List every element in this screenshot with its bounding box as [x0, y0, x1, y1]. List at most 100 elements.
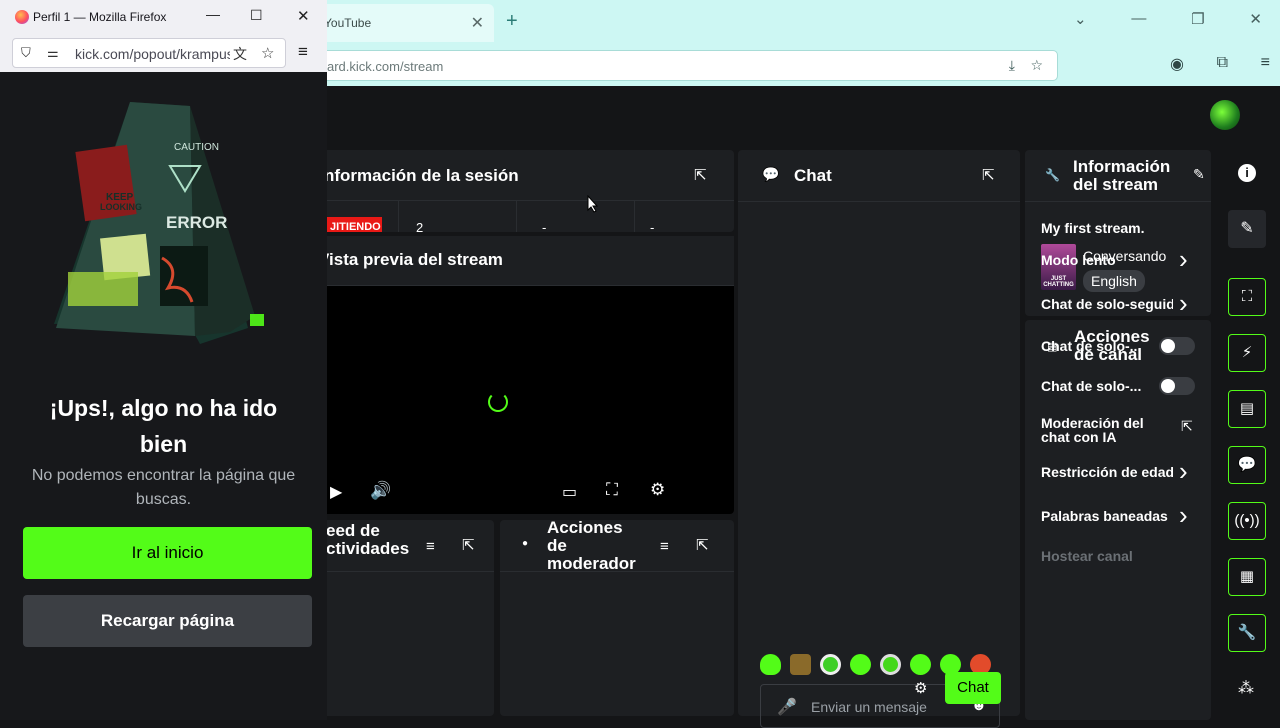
channel-action-label: Chat de solo-seguidores: [1041, 296, 1173, 312]
bookmark-star-icon[interactable]: ☆: [261, 44, 274, 62]
error-caution-sign-illustration: CAUTION ERROR KEEP LOOKING: [54, 102, 264, 344]
shield-icon[interactable]: ⛉: [21, 45, 31, 61]
popup-url-text: kick.com/popout/krampus: [75, 46, 230, 62]
rail-lightning-icon[interactable]: ⚡: [1228, 334, 1266, 372]
popout-icon[interactable]: ⇱: [694, 166, 707, 184]
chat-send-button[interactable]: Chat: [945, 672, 1001, 704]
site-permissions-icon[interactable]: ⚌: [47, 45, 59, 61]
tab-youtube[interactable]: YouTube ✕: [318, 4, 494, 42]
chat-input-placeholder: Enviar un mensaje: [811, 699, 927, 715]
chat-panel: 💬 Chat ⇱ 🎤 Enviar un mensaje ☻: [738, 150, 1020, 728]
rail-layout-icon[interactable]: ▦: [1228, 558, 1266, 596]
edit-pencil-icon[interactable]: ✎: [1228, 210, 1266, 248]
close-window-icon[interactable]: ✕: [297, 7, 310, 25]
external-link-icon[interactable]: ⇱: [1181, 418, 1193, 435]
channel-action-label: Moderación del chat con IA: [1041, 415, 1144, 445]
popout-icon[interactable]: ⇱: [982, 166, 995, 184]
volume-icon[interactable]: 🔊: [370, 481, 391, 501]
error-message: No podemos encontrar la página que busca…: [31, 467, 296, 508]
firefox-popup-window: Perfil 1 — Mozilla Firefox — ☐ ✕ ⛉ ⚌ kic…: [0, 0, 327, 720]
loading-spinner-icon: [488, 392, 508, 412]
new-tab-icon[interactable]: +: [506, 10, 518, 33]
toggle-switch[interactable]: [1159, 377, 1195, 395]
theater-mode-icon[interactable]: ▭: [562, 482, 577, 502]
microphone-icon[interactable]: 🎤: [777, 697, 797, 717]
mod-actions-panel: ● Acciones de moderador ≡ ⇱: [500, 519, 734, 716]
minimize-icon[interactable]: —: [1131, 10, 1146, 34]
info-icon[interactable]: i: [1238, 164, 1256, 182]
popout-icon[interactable]: ⇱: [696, 536, 709, 554]
menu-icon[interactable]: ≡: [1261, 54, 1270, 74]
menu-icon[interactable]: ≡: [298, 42, 308, 62]
minimize-icon[interactable]: —: [206, 6, 220, 22]
channel-action-label: Restricción de edad: [1041, 464, 1173, 480]
toolbar-icons: ◉ ⧉ ≡: [1170, 54, 1270, 74]
panel-title: Chat: [794, 166, 832, 185]
session-info-panel: nformación de la sesión ⇱ JITIENDO 2 - -: [300, 150, 734, 232]
restore-icon[interactable]: ❐: [1191, 10, 1204, 34]
play-icon[interactable]: ▶: [330, 482, 342, 502]
right-rail: i ✎ ⛶ ⚡ ▤ 💬 ((•)) ▦ 🔧 ⁂: [1218, 150, 1280, 720]
stat-value: -: [542, 220, 547, 232]
account-icon[interactable]: ◉: [1170, 54, 1184, 74]
rail-notes-icon[interactable]: ▤: [1228, 390, 1266, 428]
sign-looking-text: LOOKING: [100, 202, 142, 212]
maximize-icon[interactable]: ☐: [250, 7, 263, 24]
live-status-badge: JITIENDO: [326, 217, 382, 232]
toggle-knob: [1161, 379, 1175, 393]
popout-icon[interactable]: ⇱: [462, 536, 475, 554]
emote-icon[interactable]: [880, 654, 901, 675]
emote-icon[interactable]: [790, 654, 811, 675]
stream-title: My first stream.: [1041, 220, 1145, 236]
translate-icon[interactable]: 文: [233, 44, 247, 64]
channel-action-label: Palabras baneadas: [1041, 508, 1168, 524]
edit-pencil-icon[interactable]: ✎: [1193, 166, 1205, 183]
chevron-right-icon[interactable]: ›: [1179, 456, 1188, 487]
filter-icon[interactable]: ≡: [426, 538, 435, 555]
extensions-icon[interactable]: ⧉: [1217, 54, 1228, 74]
address-bar[interactable]: ard.kick.com/stream ⤓ ☆: [318, 50, 1058, 81]
rail-frame-icon[interactable]: ⛶: [1228, 278, 1266, 316]
viewer-count: 2: [416, 220, 424, 232]
toggle-knob: [1161, 339, 1175, 353]
bookmark-star-icon[interactable]: ☆: [1030, 57, 1043, 74]
chat-settings-gear-icon[interactable]: ⚙: [914, 679, 927, 697]
rail-bubbles-icon[interactable]: ⁂: [1238, 678, 1254, 698]
stream-preview-panel: Vista previa del stream ▶ 🔊 ▭ ⛶ ⚙: [300, 236, 734, 514]
close-window-icon[interactable]: ✕: [1249, 10, 1262, 34]
close-tab-icon[interactable]: ✕: [471, 13, 484, 33]
popup-address-field[interactable]: ⛉ ⚌ kick.com/popout/krampus 文 ☆: [12, 38, 286, 68]
fullscreen-icon[interactable]: ⛶: [606, 480, 618, 500]
shield-icon: ●: [522, 538, 529, 549]
go-home-button[interactable]: Ir al inicio: [23, 527, 312, 579]
activity-feed-panel: eed de ctividades ≡ ⇱: [300, 520, 494, 716]
chevron-down-icon[interactable]: ⌄: [1074, 10, 1087, 34]
wrench-icon: 🔧: [1045, 168, 1060, 182]
popup-title-bar: Perfil 1 — Mozilla Firefox — ☐ ✕: [0, 0, 327, 34]
channel-action-label: Modo lento: [1041, 252, 1116, 268]
chevron-right-icon[interactable]: ›: [1179, 288, 1188, 319]
user-avatar[interactable]: [1210, 100, 1240, 130]
language-tag: English: [1083, 270, 1145, 292]
channel-action-label: Chat de solo-...: [1041, 378, 1142, 394]
popup-url-bar: ⛉ ⚌ kick.com/popout/krampus 文 ☆ ≡: [0, 34, 327, 72]
rail-chat-icon[interactable]: 💬: [1228, 446, 1266, 484]
emote-icon[interactable]: [850, 654, 871, 675]
rail-wrench-icon[interactable]: 🔧: [1228, 614, 1266, 652]
firefox-logo-icon: [15, 10, 29, 24]
chevron-right-icon[interactable]: ›: [1179, 244, 1188, 275]
emote-icon[interactable]: [910, 654, 931, 675]
settings-gear-icon[interactable]: ⚙: [650, 480, 665, 500]
emote-icon[interactable]: [820, 654, 841, 675]
rail-broadcast-icon[interactable]: ((•)): [1228, 502, 1266, 540]
toggle-switch[interactable]: [1159, 337, 1195, 355]
reload-page-button[interactable]: Recargar página: [23, 595, 312, 647]
stat-value: -: [650, 220, 655, 232]
address-text: ard.kick.com/stream: [327, 59, 444, 74]
install-icon[interactable]: ⤓: [1009, 57, 1015, 74]
chevron-right-icon[interactable]: ›: [1179, 500, 1188, 531]
filter-icon[interactable]: ≡: [660, 538, 669, 555]
panel-title: Vista previa del stream: [318, 250, 503, 269]
sign-caution-text: CAUTION: [174, 142, 219, 153]
emote-icon[interactable]: [760, 654, 781, 675]
